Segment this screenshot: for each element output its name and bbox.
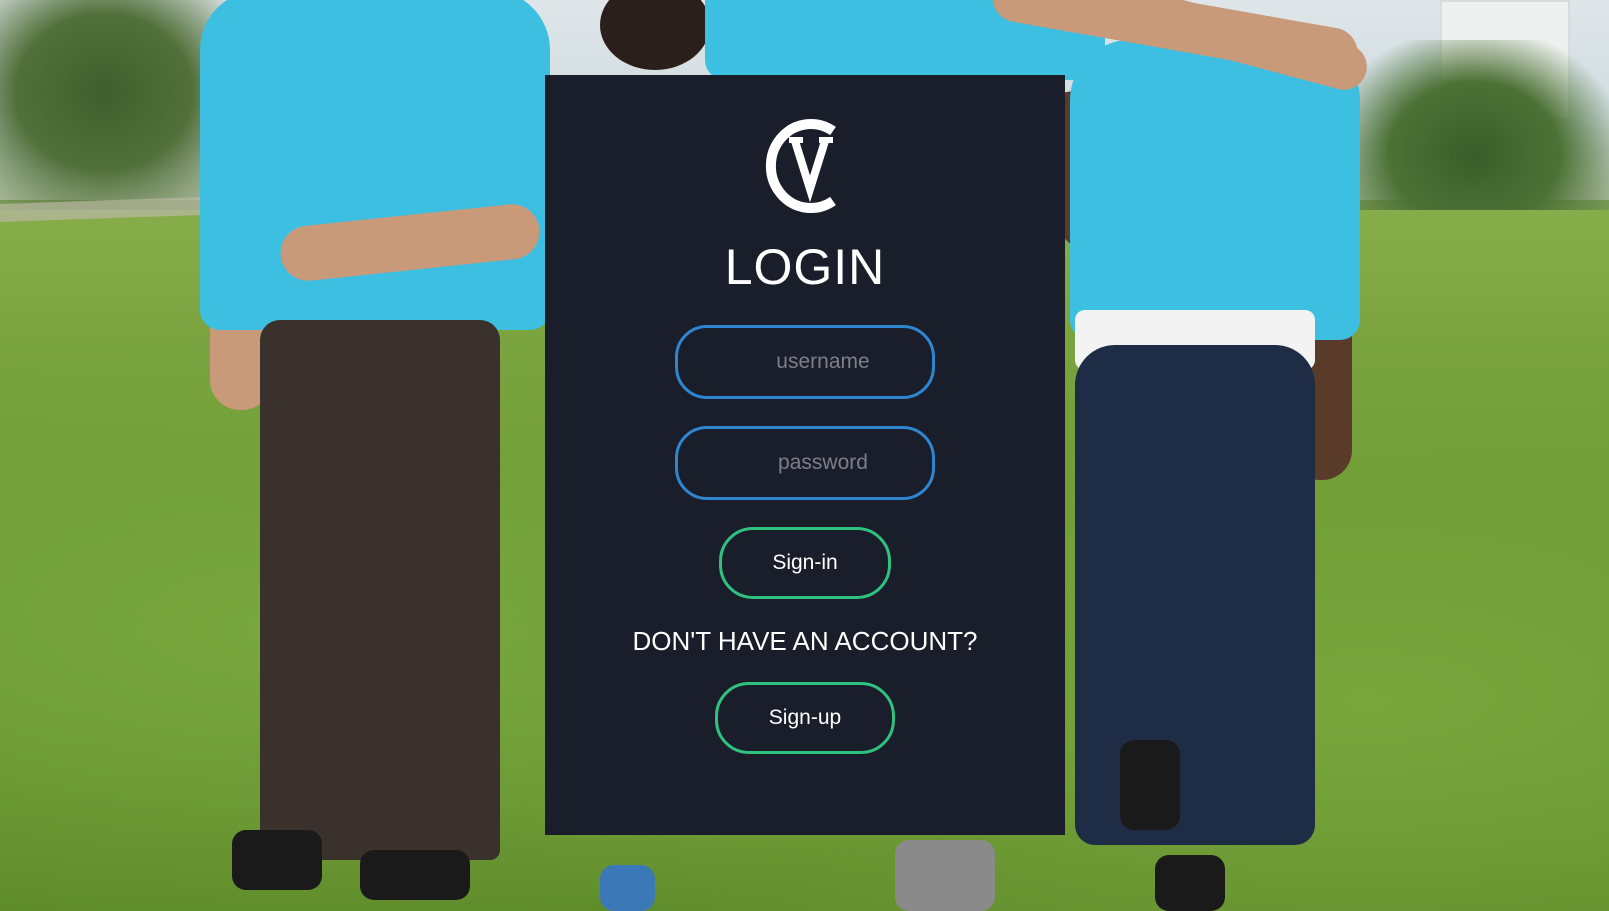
signin-button[interactable]: Sign-in xyxy=(719,527,891,599)
username-input[interactable] xyxy=(675,325,935,399)
signup-prompt: DON'T HAVE AN ACCOUNT? xyxy=(632,626,978,656)
background-trees-right xyxy=(1340,40,1609,230)
login-page: LOGIN Sign-in DON'T HAVE AN ACCOUNT? Sig… xyxy=(0,0,1609,911)
password-input[interactable] xyxy=(675,426,935,500)
page-title: LOGIN xyxy=(724,239,886,295)
signup-button[interactable]: Sign-up xyxy=(715,682,895,754)
login-panel: LOGIN Sign-in DON'T HAVE AN ACCOUNT? Sig… xyxy=(545,75,1065,835)
cv-logo-icon xyxy=(765,119,836,213)
